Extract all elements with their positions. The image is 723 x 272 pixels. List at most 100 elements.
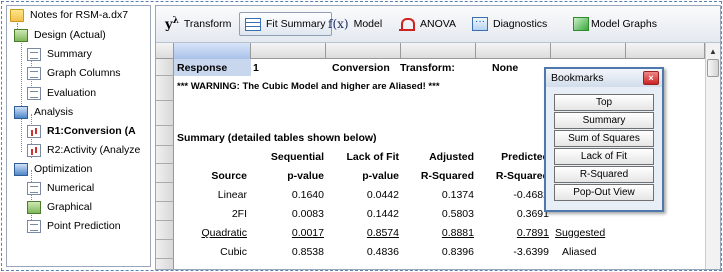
column-header[interactable]: [476, 43, 551, 59]
row-header[interactable]: [156, 59, 174, 76]
corner-cell: [156, 43, 174, 59]
header-adjusted: Adjusted: [429, 151, 474, 163]
point-prediction-icon: [27, 219, 41, 233]
tree-item-optimization[interactable]: Optimization: [14, 161, 94, 177]
tree-item-label: R1:Conversion (A: [47, 125, 136, 137]
tab-transform[interactable]: yλ Transform: [159, 12, 237, 36]
tab-label: Transform: [183, 18, 232, 30]
tree-item-label: Graphical: [47, 201, 92, 213]
tree-item-graphical[interactable]: Graphical: [27, 199, 94, 215]
tree-item-root[interactable]: Notes for RSM-a.dx7: [10, 7, 130, 23]
row-adj-rsq: 0.5803: [441, 208, 474, 220]
response-label: Response: [177, 62, 228, 74]
folder-icon: [10, 8, 24, 22]
bookmark-summary-button[interactable]: Summary: [554, 112, 654, 129]
numerical-icon: [27, 181, 41, 195]
fit-summary-icon: [245, 17, 261, 31]
row-source: Quadratic: [201, 227, 247, 239]
response-name: Conversion: [332, 62, 390, 74]
header-lack-of-fit: Lack of Fit: [346, 151, 399, 163]
close-icon[interactable]: ×: [643, 71, 659, 85]
tree-item-label: Analysis: [34, 106, 74, 118]
column-header[interactable]: [326, 43, 401, 59]
tree-item-label: Notes for RSM-a.dx7: [30, 9, 129, 21]
row-header[interactable]: [156, 221, 174, 240]
tab-model-graphs[interactable]: Model Graphs: [568, 12, 662, 36]
row-source: Cubic: [220, 246, 247, 258]
tab-label: Model Graphs: [591, 18, 657, 30]
anova-icon: [399, 16, 415, 32]
header-r-squared: R-Squared: [495, 170, 549, 182]
bookmark-lack-of-fit-button[interactable]: Lack of Fit: [554, 148, 654, 165]
row-seq-pvalue: 0.0017: [291, 227, 324, 239]
row-pred-rsq: -3.6399: [513, 246, 549, 258]
row-lof-pvalue: 0.4836: [366, 246, 399, 258]
tab-label: Diagnostics: [493, 18, 548, 30]
row-header[interactable]: [156, 146, 174, 164]
bookmark-pop-out-view-button[interactable]: Pop-Out View: [554, 184, 654, 201]
header-sequential: Sequential: [270, 151, 324, 163]
tree-item-label: Point Prediction: [47, 220, 121, 232]
column-header[interactable]: [401, 43, 476, 59]
row-header[interactable]: [156, 240, 174, 259]
header-p-value: p-value: [287, 170, 324, 182]
aliased-warning: *** WARNING: The Cubic Model and higher …: [177, 81, 440, 92]
tab-label: Model: [353, 18, 383, 30]
optimization-icon: [14, 162, 28, 176]
row-header[interactable]: [156, 101, 174, 126]
bookmark-top-button[interactable]: Top: [554, 94, 654, 111]
tree-item-evaluation[interactable]: Evaluation: [27, 85, 98, 101]
tab-anova[interactable]: ANOVA: [393, 12, 462, 36]
column-header[interactable]: [626, 43, 705, 59]
tab-fit-summary[interactable]: Fit Summary: [239, 12, 332, 36]
row-header[interactable]: [156, 202, 174, 221]
row-header[interactable]: [156, 126, 174, 146]
summary-title: Summary (detailed tables shown below): [177, 132, 377, 144]
bookmark-sum-of-squares-button[interactable]: Sum of Squares: [554, 130, 654, 147]
column-header-row: [156, 43, 705, 59]
transform-icon-letter: y: [165, 17, 173, 33]
tree-item-design[interactable]: Design (Actual): [14, 27, 108, 43]
vertical-scrollbar[interactable]: ▲: [705, 43, 720, 269]
row-header[interactable]: [156, 259, 174, 269]
row-header[interactable]: [156, 183, 174, 202]
row-pred-rsq: 0.7891: [516, 227, 549, 239]
bookmarks-title: Bookmarks: [551, 72, 604, 84]
row-pred-rsq: 0.3691: [516, 208, 549, 220]
row-note-suggested: Suggested: [555, 227, 606, 239]
tree-item-numerical[interactable]: Numerical: [27, 180, 96, 196]
tree-item-summary[interactable]: Summary: [27, 46, 94, 62]
tree-item-r1-conversion[interactable]: R1:Conversion (A: [27, 123, 138, 139]
tab-label: ANOVA: [420, 18, 456, 30]
row-seq-pvalue: 0.8538: [291, 246, 324, 258]
row-lof-pvalue: 0.8574: [366, 227, 399, 239]
tree-item-label: Graph Columns: [47, 67, 121, 79]
bookmark-r-squared-button[interactable]: R-Squared: [554, 166, 654, 183]
column-header[interactable]: [251, 43, 326, 59]
tree-item-graph-columns[interactable]: Graph Columns: [27, 65, 123, 81]
column-header-selected[interactable]: [174, 43, 251, 59]
tree-item-label: Optimization: [34, 163, 93, 175]
tab-diagnostics[interactable]: Diagnostics: [466, 12, 553, 36]
tree-item-label: Design (Actual): [34, 29, 106, 41]
tab-model[interactable]: f(x) Model: [322, 12, 388, 36]
row-header[interactable]: [156, 76, 174, 101]
graph-columns-icon: [27, 66, 41, 80]
model-icon: f(x): [328, 17, 349, 31]
row-header[interactable]: [156, 164, 174, 183]
document-icon: [27, 47, 41, 61]
transform-icon: yλ: [165, 16, 179, 32]
scrollbar-thumb[interactable]: [707, 59, 719, 77]
tree-item-label: Summary: [47, 48, 92, 60]
tree-item-r2-activity[interactable]: R2:Activity (Analyze: [27, 142, 142, 158]
tree-item-point-prediction[interactable]: Point Prediction: [27, 218, 123, 234]
diagnostics-icon: [472, 16, 488, 31]
tree-item-analysis[interactable]: Analysis: [14, 104, 75, 120]
tree-item-label: R2:Activity (Analyze: [47, 144, 141, 156]
model-graphs-icon: [573, 17, 589, 31]
scroll-up-arrow-icon[interactable]: ▲: [709, 47, 717, 56]
row-adj-rsq: 0.8881: [441, 227, 474, 239]
row-adj-rsq: 0.8396: [441, 246, 474, 258]
response-icon: [27, 124, 41, 138]
column-header[interactable]: [551, 43, 626, 59]
